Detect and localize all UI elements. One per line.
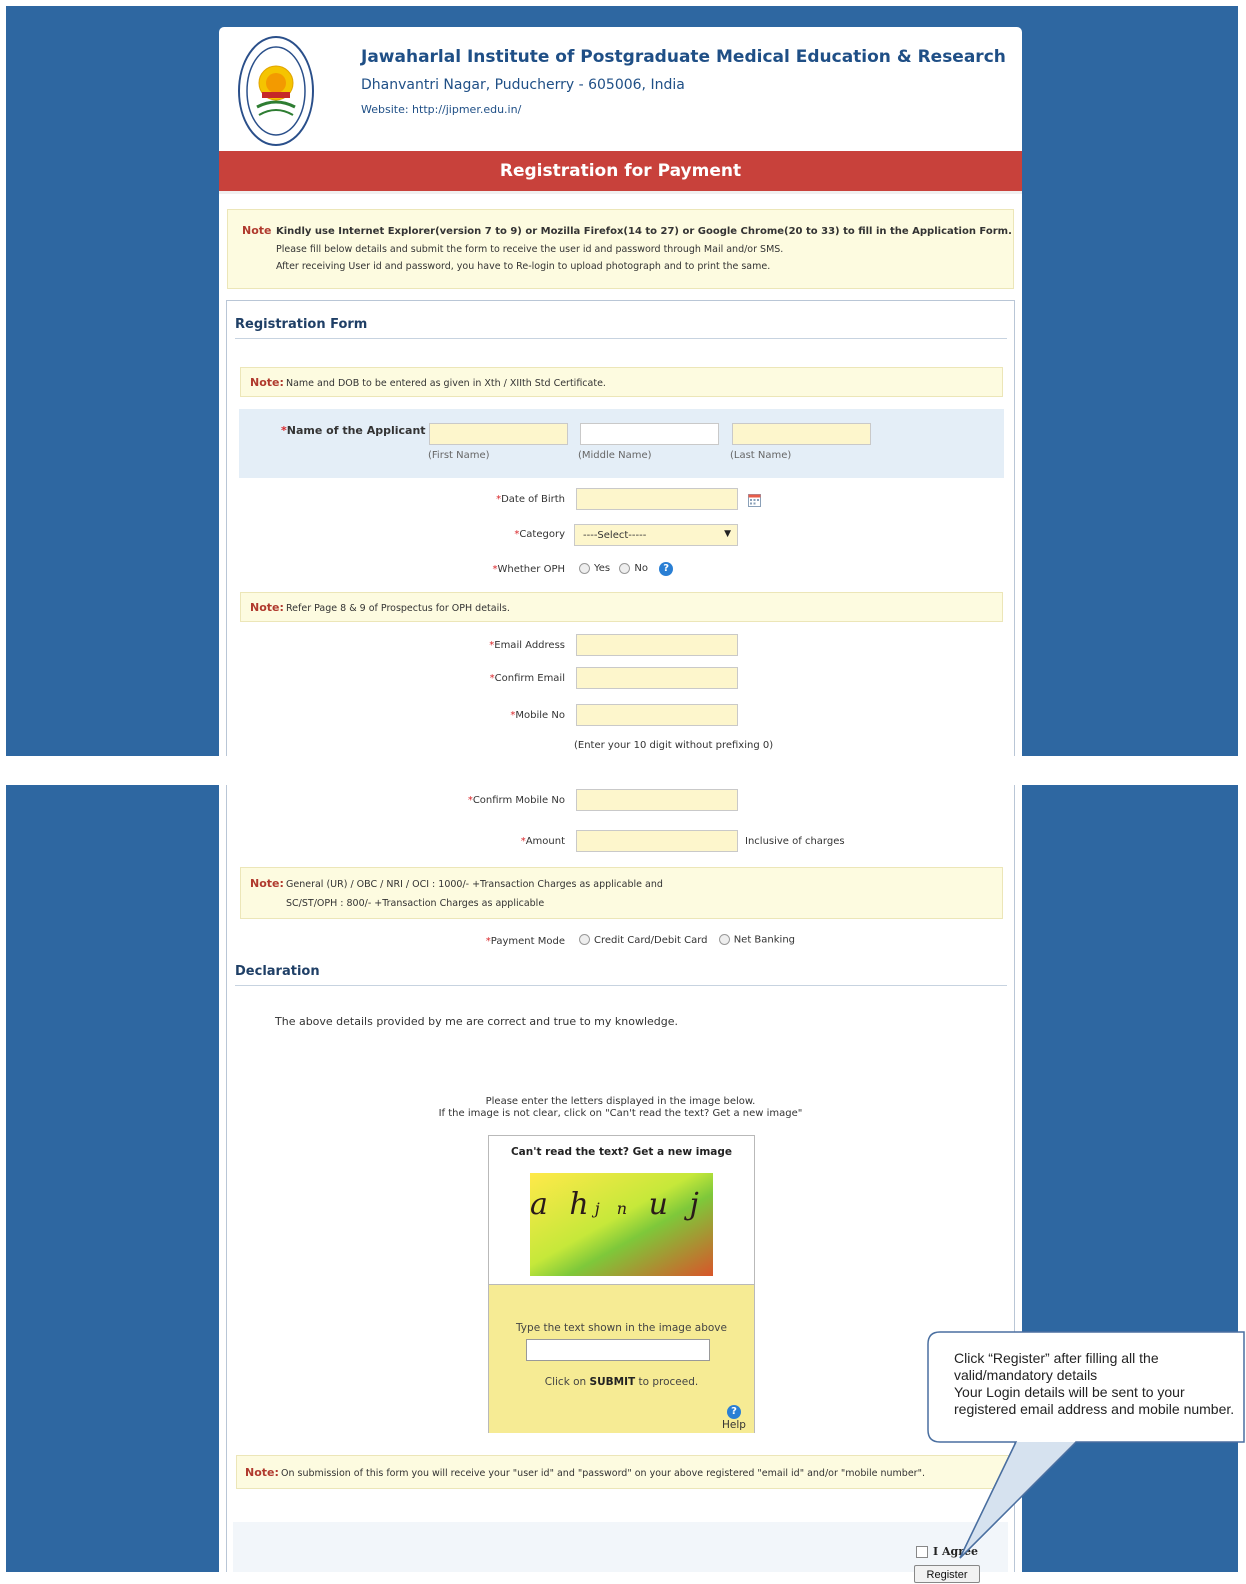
registration-form-title: Registration Form [235,317,368,332]
submission-note-label: Note: [245,1466,279,1479]
applicant-name-label: *Name of the Applicant [281,424,426,437]
first-name-hint: (First Name) [428,450,490,461]
oph-no-label: No [634,563,648,574]
oph-no-radio[interactable] [619,562,631,574]
payment-netbanking-label: Net Banking [733,934,796,946]
name-dob-note-text: Name and DOB to be entered as given in X… [286,378,606,389]
email-label: *Email Address [489,640,565,651]
browser-note-line2: Please fill below details and submit the… [276,244,784,255]
captcha-box: Can't read the text? Get a new image a h… [488,1135,755,1433]
oph-options: Yes No ? [579,562,674,576]
browser-note: Note Kindly use Internet Explorer(versio… [227,209,1014,289]
fee-note: Note: General (UR) / OBC / NRI / OCI : 1… [240,867,1003,919]
registration-card-top: Jawaharlal Institute of Postgraduate Med… [219,27,1022,756]
institute-website[interactable]: Website: http://jipmer.edu.in/ [361,103,521,116]
payment-mode-options: Credit Card/Debit Card Net Banking [579,934,795,946]
institute-title: Jawaharlal Institute of Postgraduate Med… [361,47,1006,67]
payment-card-radio[interactable] [579,934,590,945]
first-name-input[interactable] [429,423,568,445]
payment-card-label: Credit Card/Debit Card [594,934,708,946]
mobile-label: *Mobile No [510,710,565,721]
captcha-new-image-link[interactable]: Can't read the text? Get a new image [489,1146,754,1158]
dob-label: *Date of Birth [496,494,565,505]
captcha-input[interactable] [526,1339,710,1361]
callout-line1: Click “Register” after filling all the v… [954,1350,1159,1383]
institute-logo [238,36,314,146]
category-label: *Category [514,529,565,540]
captcha-instruction-1: Please enter the letters displayed in th… [485,1096,756,1107]
browser-note-label: Note [242,224,272,237]
captcha-image-text: a hj n u j d [530,1187,713,1222]
institute-address: Dhanvantri Nagar, Puducherry - 605006, I… [361,77,685,93]
confirm-email-label: *Confirm Email [489,673,565,684]
captcha-image: a hj n u j d [530,1173,713,1276]
callout-line2: Your Login details will be sent to your … [954,1384,1235,1417]
category-select-value: ----Select----- [583,530,647,541]
captcha-proceed-text: Click on SUBMIT to proceed. [544,1376,699,1388]
captcha-help-icon[interactable]: ? [727,1405,741,1419]
oph-note-text: Refer Page 8 & 9 of Prospectus for OPH d… [286,603,510,614]
name-dob-note-label: Note: [250,376,284,389]
registration-form-divider [235,338,1007,339]
confirm-mobile-input[interactable] [576,789,738,811]
calendar-icon[interactable] [748,494,761,507]
payment-netbanking-radio[interactable] [718,934,730,945]
agree-row [233,1522,1008,1572]
oph-note: Note: Refer Page 8 & 9 of Prospectus for… [240,592,1003,622]
last-name-hint: (Last Name) [730,450,792,461]
fee-note-line1: General (UR) / OBC / NRI / OCI : 1000/- … [286,879,663,890]
declaration-title: Declaration [235,964,320,979]
name-dob-note: Note: Name and DOB to be entered as give… [240,367,1003,397]
confirm-mobile-label: *Confirm Mobile No [467,795,565,806]
browser-note-line1: Kindly use Internet Explorer(version 7 t… [276,226,1012,237]
last-name-input[interactable] [732,423,871,445]
page-banner-title: Registration for Payment [499,161,742,181]
captcha-instruction-2: If the image is not clear, click on "Can… [438,1108,803,1119]
amount-input[interactable] [576,830,738,852]
declaration-divider [235,985,1007,986]
captcha-type-label: Type the text shown in the image above [516,1322,727,1334]
dob-input[interactable] [576,488,738,510]
chevron-down-icon: ▼ [724,529,731,539]
submission-note-text: On submission of this form you will rece… [281,1468,925,1479]
help-icon[interactable]: ? [659,562,674,576]
registration-card-bottom: *Confirm Mobile No *Amount Inclusive of … [219,785,1022,1583]
middle-name-input[interactable] [580,423,719,445]
oph-note-label: Note: [250,601,284,614]
confirm-email-input[interactable] [576,667,738,689]
page-banner: Registration for Payment [219,151,1022,194]
oph-yes-radio[interactable] [579,562,590,574]
amount-label: *Amount [520,836,565,847]
oph-label: *Whether OPH [492,564,566,575]
oph-yes-label: Yes [594,563,611,574]
category-select[interactable]: ----Select----- ▼ [574,524,738,546]
email-input[interactable] [576,634,738,656]
submission-note: Note: On submission of this form you wil… [236,1455,1009,1489]
browser-note-line3: After receiving User id and password, yo… [276,261,771,272]
mobile-input[interactable] [576,704,738,726]
fee-note-label: Note: [250,877,284,890]
payment-mode-label: *Payment Mode [485,936,565,947]
captcha-help-label[interactable]: Help [722,1419,746,1431]
amount-hint: Inclusive of charges [745,836,845,847]
middle-name-hint: (Middle Name) [578,450,652,461]
declaration-text: The above details provided by me are cor… [275,1015,679,1028]
callout-text: Click “Register” after filling all the v… [954,1350,1246,1422]
fee-note-line2: SC/ST/OPH : 800/- +Transaction Charges a… [286,898,545,909]
mobile-hint: (Enter your 10 digit without prefixing 0… [574,740,774,751]
captcha-entry-panel: Type the text shown in the image above C… [489,1284,754,1433]
